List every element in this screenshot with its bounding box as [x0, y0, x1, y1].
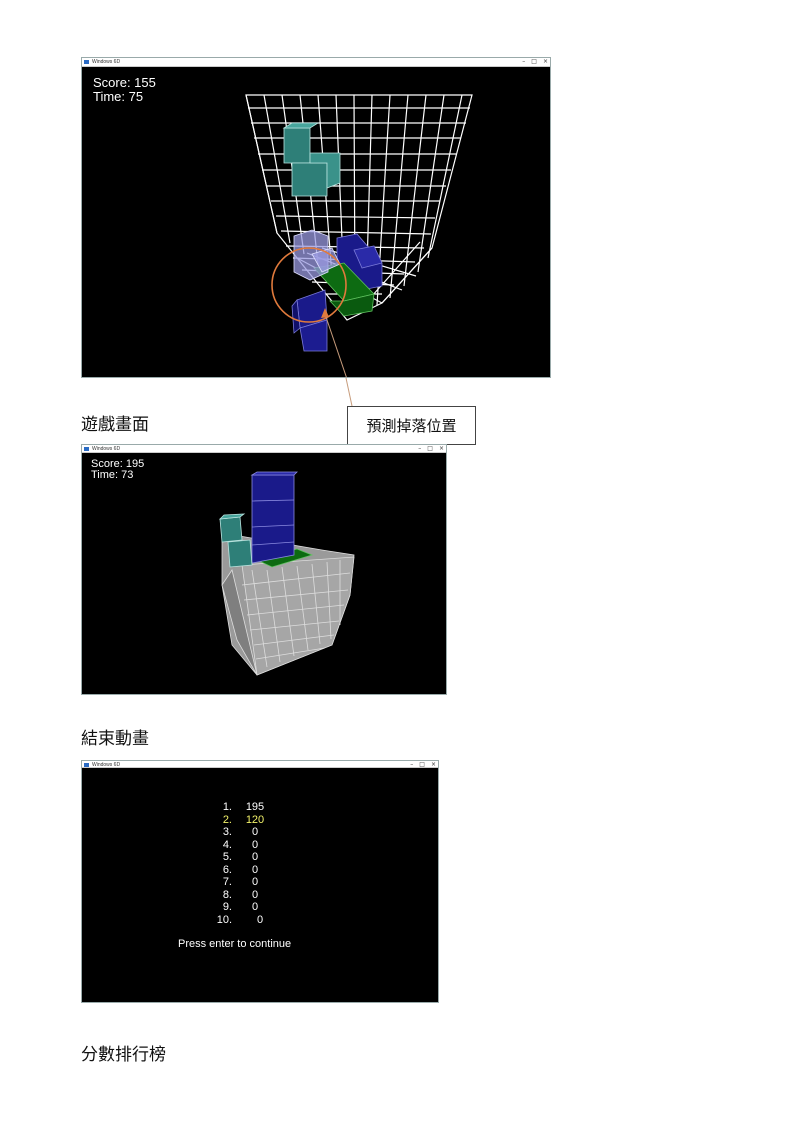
- leaderboard-row: 8. 0: [192, 889, 392, 901]
- well-3d-view: [245, 94, 473, 377]
- window-titlebar: Windows 6D – □ ×: [82, 761, 438, 768]
- app-icon: [84, 763, 89, 767]
- rank: 1.: [222, 801, 232, 813]
- caption-leaderboard: 分數排行榜: [81, 1045, 166, 1065]
- maximize-button[interactable]: □: [419, 761, 425, 769]
- leaderboard-table: 1. 195 2. 120 3. 0 4. 0 5. 0 6. 0 7. 0 8…: [192, 801, 392, 931]
- leaderboard-row: 3. 0: [192, 826, 392, 838]
- callout-prediction: 預測掉落位置: [347, 406, 476, 445]
- leaderboard-row: 5. 0: [192, 851, 392, 863]
- rank: 6.: [222, 863, 232, 876]
- score: 0: [251, 876, 259, 888]
- caption-end-animation: 結束動畫: [81, 729, 149, 749]
- rank: 3.: [222, 826, 232, 838]
- score: 0: [251, 851, 259, 863]
- close-button[interactable]: ×: [431, 761, 436, 769]
- caption-game-screen: 遊戲畫面: [81, 415, 149, 435]
- leaderboard-row: 6. 0: [192, 864, 392, 876]
- annotation-arrow: [324, 313, 347, 377]
- rank: 8.: [222, 888, 232, 901]
- leaderboard-row: 7. 0: [192, 876, 392, 888]
- leaderboard-window: Windows 6D – □ × 1. 195 2. 120 3. 0 4. 0…: [81, 760, 439, 1003]
- leaderboard-row: 9. 0: [192, 901, 392, 913]
- continue-prompt: Press enter to continue: [178, 938, 292, 950]
- falling-piece-teal: [282, 122, 341, 197]
- blue-tower: [250, 471, 298, 564]
- score: 0: [251, 888, 259, 901]
- end-animation-window: Windows 6D – □ × Score: 195 Time: 73: [81, 444, 447, 695]
- rank: 4.: [222, 838, 232, 851]
- rank: 5.: [222, 851, 232, 863]
- window-title: Windows 6D: [92, 762, 121, 768]
- score: 120: [245, 813, 265, 826]
- score: 195: [245, 801, 265, 813]
- rank: 7.: [222, 876, 232, 888]
- score: 0: [251, 826, 259, 838]
- rank: 10.: [216, 913, 232, 926]
- leaderboard-row: 1. 195: [192, 801, 392, 813]
- minimize-button[interactable]: –: [410, 761, 413, 769]
- score: 0: [251, 901, 259, 913]
- score: 0: [256, 913, 264, 926]
- rank: 2.: [222, 813, 232, 826]
- end-animation-view: [218, 471, 355, 676]
- score: 0: [251, 838, 259, 851]
- game-window: Windows 6D – □ × Score: 155 Time: 75: [81, 57, 551, 378]
- leaderboard-row: 4. 0: [192, 839, 392, 851]
- leaderboard-row-highlight: 2. 120: [192, 814, 392, 826]
- leaderboard-row: 10. 0: [192, 914, 392, 926]
- score: 0: [251, 863, 259, 876]
- rank: 9.: [222, 901, 232, 913]
